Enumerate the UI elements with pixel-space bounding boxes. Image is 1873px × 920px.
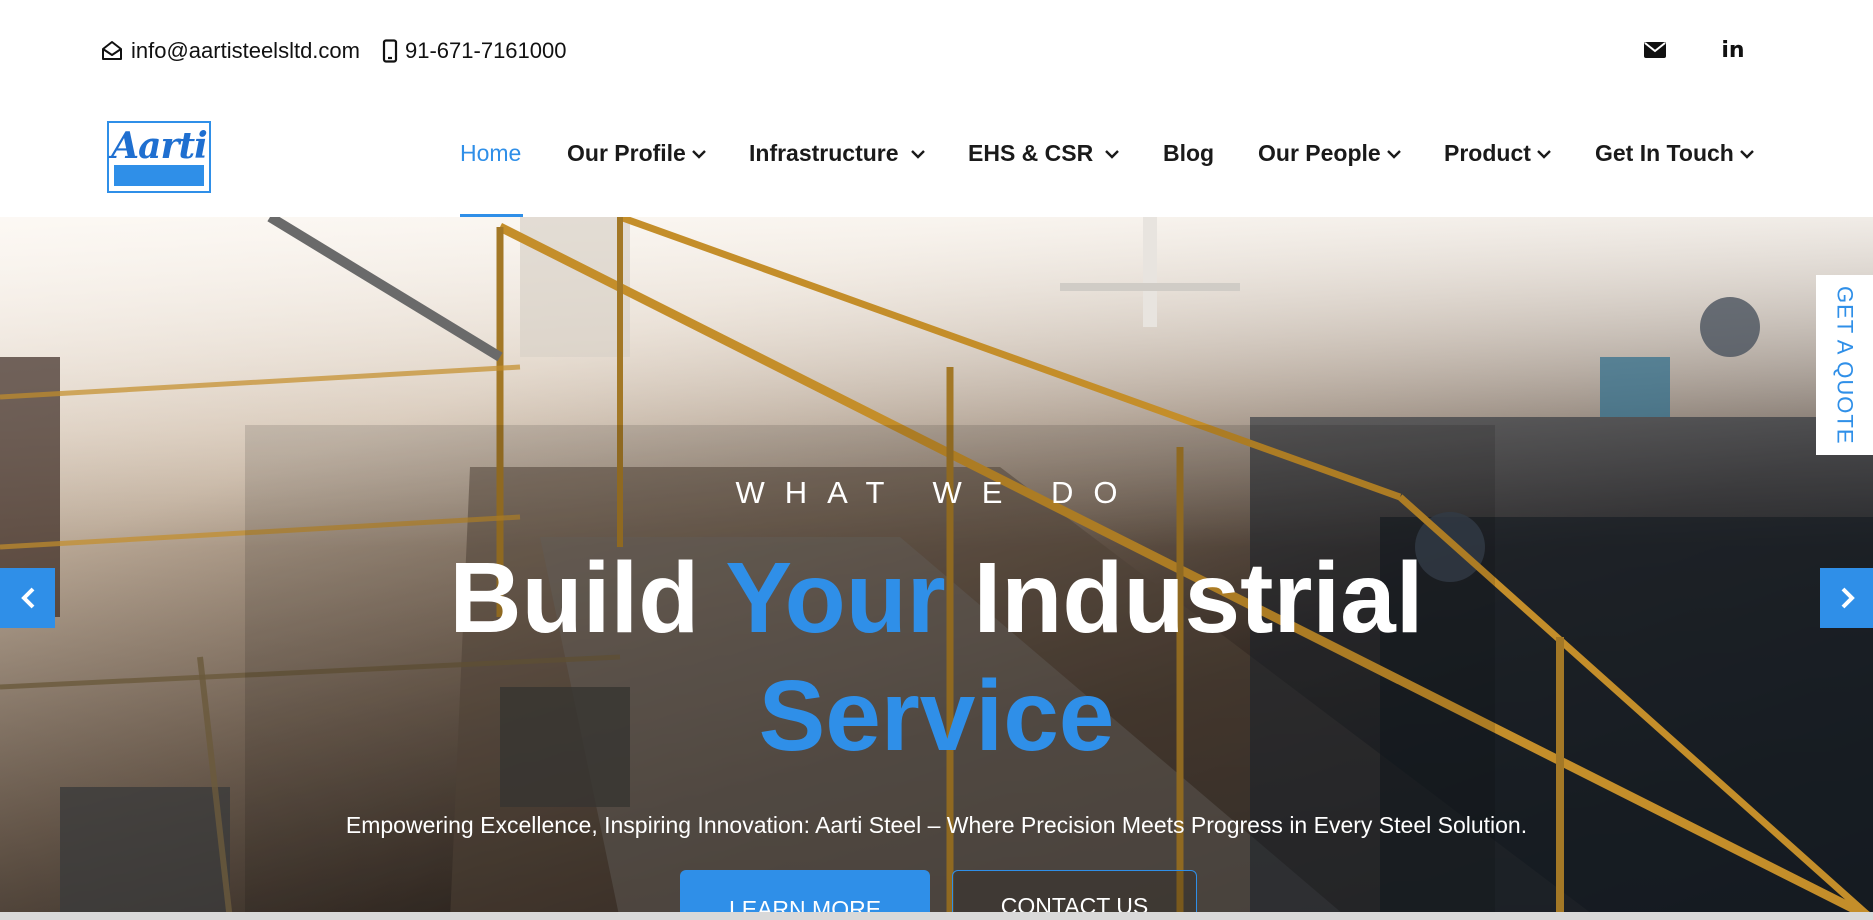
- mobile-phone-icon: [382, 39, 398, 63]
- nav-item-our-profile[interactable]: Our Profile: [567, 140, 706, 167]
- chevron-down-icon: [1739, 149, 1754, 159]
- chevron-left-icon: [20, 587, 34, 609]
- linkedin-glyph: in: [1721, 37, 1745, 63]
- mail-social-link[interactable]: [1641, 36, 1669, 64]
- phone-contact[interactable]: 91-671-7161000: [382, 38, 566, 64]
- nav-item-blog[interactable]: Blog: [1163, 140, 1214, 167]
- chevron-down-icon: [692, 149, 706, 159]
- top-contact-bar: info@aartisteelsltd.com 91-671-7161000 i…: [0, 0, 1873, 100]
- hero-subtitle: Empowering Excellence, Inspiring Innovat…: [345, 812, 1528, 838]
- nav-label: Home: [460, 140, 522, 166]
- nav-item-home[interactable]: Home: [460, 140, 521, 167]
- nav-label: EHS & CSR: [968, 140, 1094, 166]
- headline-part1: Build: [449, 542, 726, 654]
- logo-bar: [114, 165, 204, 186]
- slider-prev-button[interactable]: [0, 568, 55, 628]
- chevron-right-icon: [1841, 587, 1855, 609]
- envelope-icon: [1644, 42, 1666, 58]
- logo-text: Aarti: [111, 125, 208, 167]
- headline-accent: Your: [725, 542, 946, 654]
- chevron-down-icon: [910, 149, 925, 159]
- get-a-quote-tab[interactable]: GET A QUOTE: [1816, 275, 1873, 455]
- chevron-down-icon: [1537, 149, 1551, 159]
- hero-eyebrow: WHAT WE DO: [735, 475, 1138, 510]
- email-contact[interactable]: info@aartisteelsltd.com: [100, 38, 360, 64]
- nav-item-product[interactable]: Product: [1444, 140, 1551, 167]
- chevron-down-icon: [1386, 149, 1401, 159]
- email-text: info@aartisteelsltd.com: [131, 38, 360, 63]
- slider-next-button[interactable]: [1820, 568, 1873, 628]
- linkedin-icon[interactable]: in: [1719, 36, 1747, 64]
- nav-label: Product: [1444, 140, 1531, 166]
- nav-label: Our Profile: [567, 140, 686, 166]
- nav-item-infrastructure[interactable]: Infrastructure: [749, 140, 925, 167]
- nav-item-get-in-touch[interactable]: Get In Touch: [1595, 140, 1754, 167]
- nav-label: Our People: [1258, 140, 1381, 166]
- nav-label: Get In Touch: [1595, 140, 1734, 166]
- nav-label: Blog: [1163, 140, 1215, 166]
- nav-item-our-people[interactable]: Our People: [1258, 140, 1401, 167]
- site-logo[interactable]: Aarti: [107, 121, 211, 193]
- hero-headline-line1: Build Your Industrial: [0, 548, 1873, 648]
- nav-item-ehs-csr[interactable]: EHS & CSR: [968, 140, 1120, 167]
- headline-part2: Industrial: [945, 542, 1424, 654]
- phone-text: 91-671-7161000: [405, 38, 567, 63]
- envelope-open-icon: [102, 41, 122, 60]
- get-a-quote-label: GET A QUOTE: [1832, 285, 1858, 445]
- chevron-down-icon: [1105, 149, 1120, 159]
- horizontal-scrollbar[interactable]: [0, 912, 1873, 920]
- nav-label: Infrastructure: [749, 140, 899, 166]
- hero-headline-line2: Service: [758, 660, 1115, 772]
